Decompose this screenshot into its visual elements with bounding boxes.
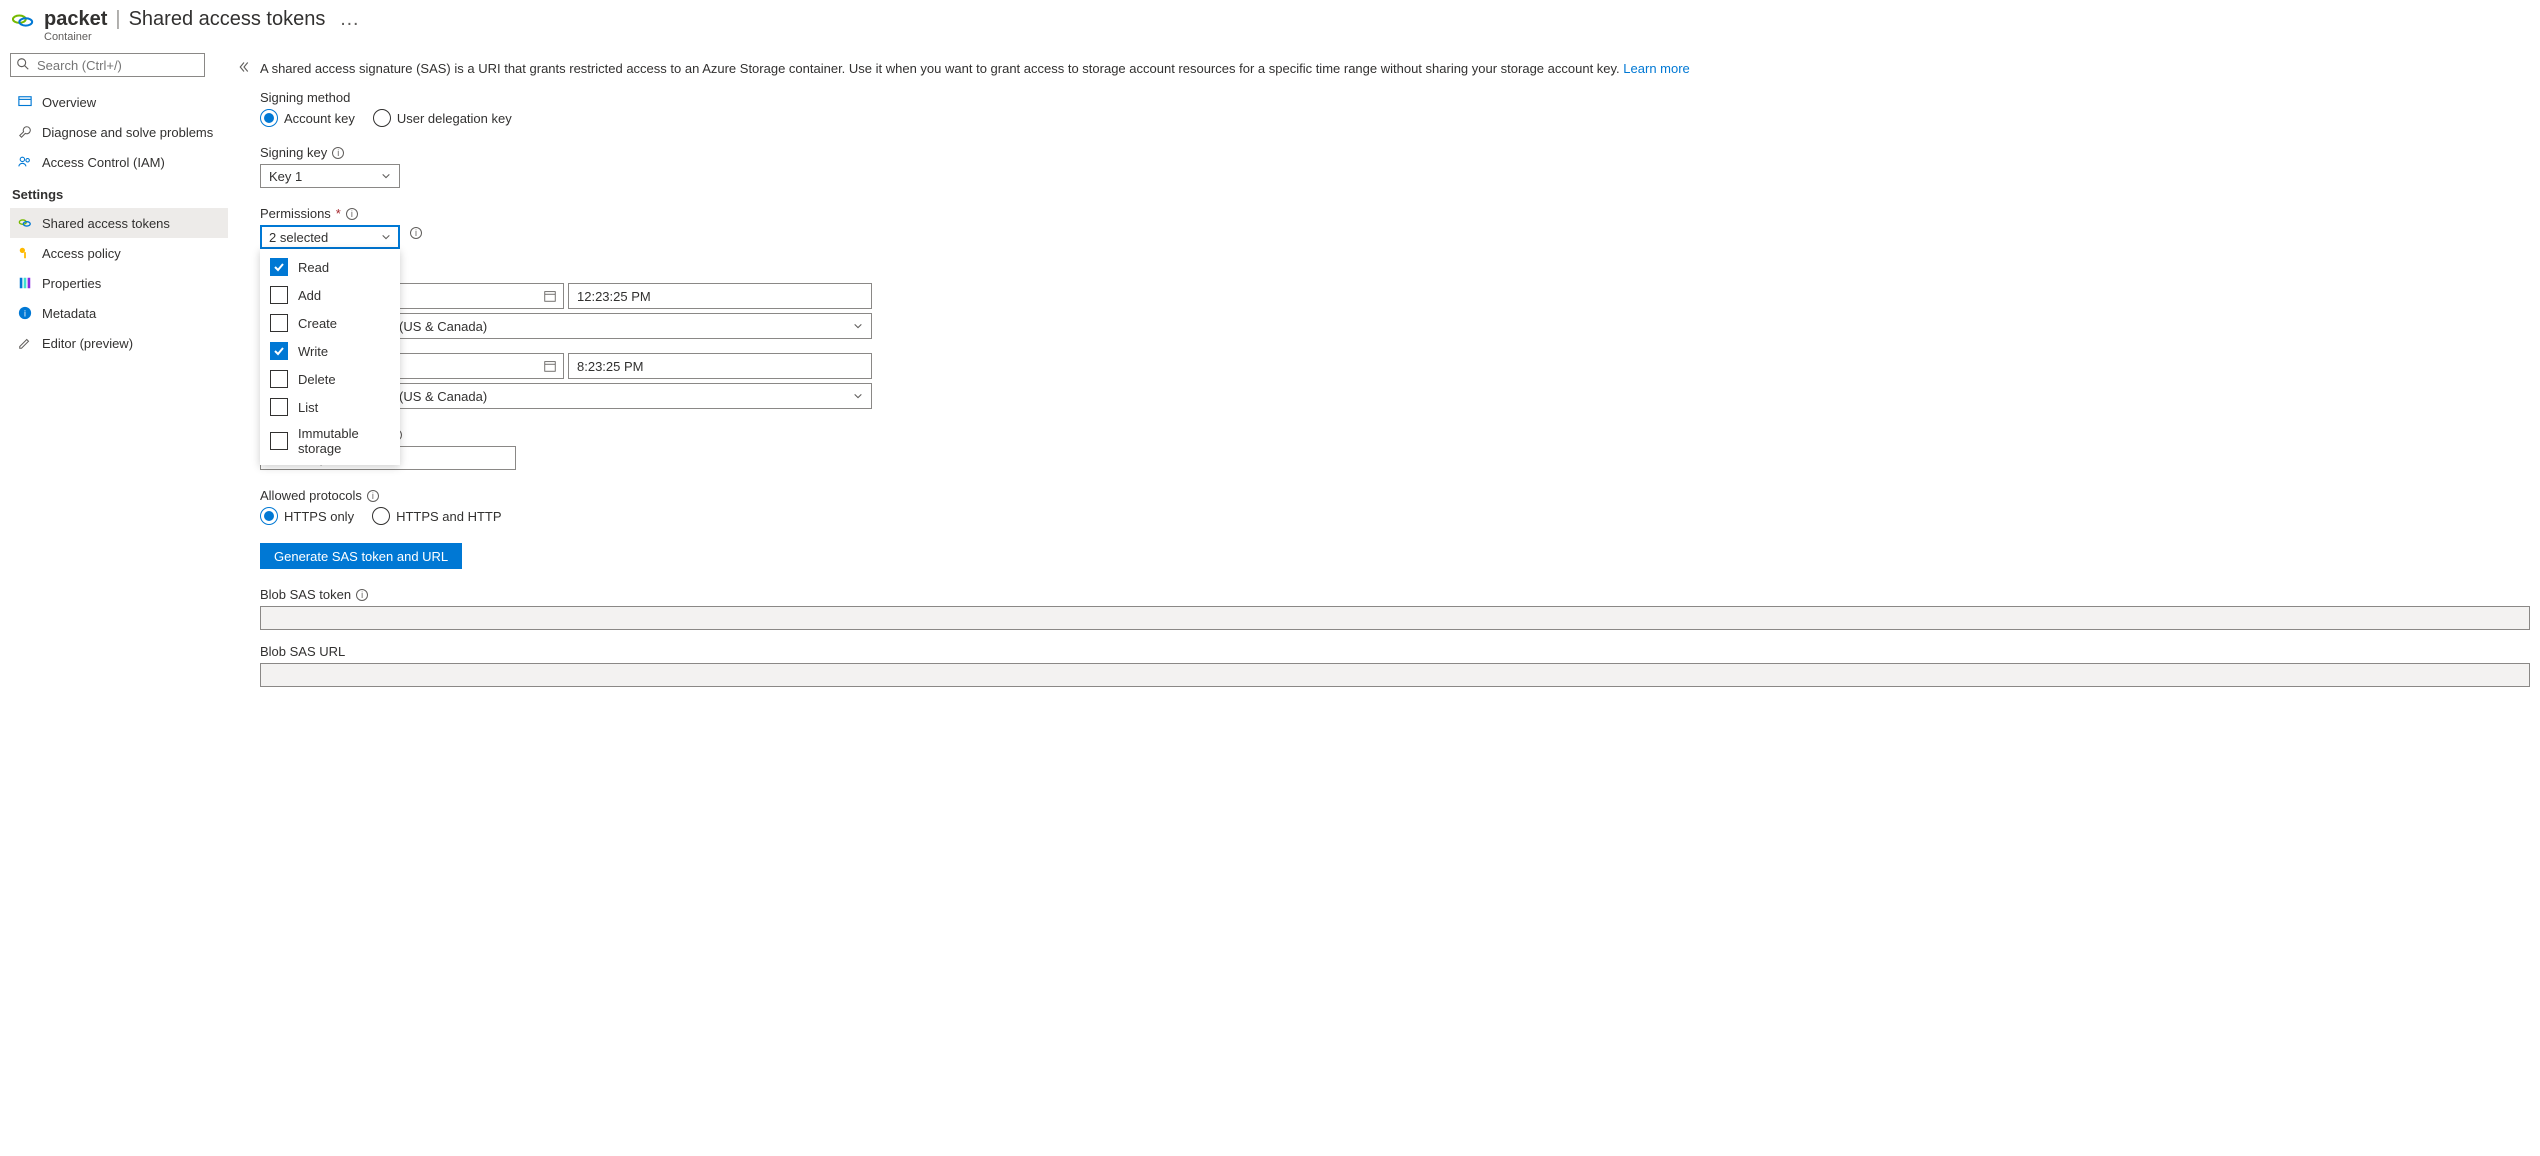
permission-option-write[interactable]: Write [260, 337, 400, 365]
permission-option-immutable[interactable]: Immutable storage [260, 421, 400, 461]
checkbox-icon [270, 286, 288, 304]
permission-option-delete[interactable]: Delete [260, 365, 400, 393]
sidebar-item-label: Overview [42, 95, 96, 110]
radio-icon [260, 507, 278, 525]
sas-url-label: Blob SAS URL [260, 644, 2530, 659]
page-title: Shared access tokens [129, 8, 326, 31]
overview-icon [18, 95, 32, 109]
sidebar: Overview Diagnose and solve problems Acc… [0, 47, 232, 721]
permissions-label: Permissions* i [260, 206, 2530, 221]
permission-option-list[interactable]: List [260, 393, 400, 421]
checkbox-icon [270, 370, 288, 388]
radio-icon [373, 109, 391, 127]
signing-method-label: Signing method [260, 90, 2530, 105]
svg-text:i: i [24, 309, 26, 319]
sidebar-item-iam[interactable]: Access Control (IAM) [10, 147, 228, 177]
wrench-icon [18, 125, 32, 139]
more-actions-button[interactable]: … [333, 8, 365, 31]
sidebar-item-overview[interactable]: Overview [10, 87, 228, 117]
sidebar-item-label: Editor (preview) [42, 336, 133, 351]
sidebar-item-editor[interactable]: Editor (preview) [10, 328, 228, 358]
sidebar-search-input[interactable] [10, 53, 205, 77]
intro-text: A shared access signature (SAS) is a URI… [260, 61, 2530, 76]
signing-key-label: Signing key i [260, 145, 2530, 160]
sidebar-item-label: Access policy [42, 246, 121, 261]
checkbox-icon [270, 258, 288, 276]
expiry-time-input[interactable]: 8:23:25 PM [568, 353, 872, 379]
sidebar-section-settings: Settings [10, 177, 228, 208]
collapse-sidebar-icon[interactable] [238, 61, 250, 73]
resource-type: Container [44, 31, 365, 43]
link-icon [18, 216, 32, 230]
checkbox-icon [270, 432, 288, 450]
checkbox-icon [270, 398, 288, 416]
checkbox-icon [270, 342, 288, 360]
permissions-dropdown: Read Add Create Write Delete [260, 249, 400, 465]
sas-token-output [260, 606, 2530, 630]
main-content: A shared access signature (SAS) is a URI… [256, 47, 2540, 721]
container-icon [12, 10, 34, 32]
chevron-down-icon [381, 171, 391, 181]
permission-option-add[interactable]: Add [260, 281, 400, 309]
radio-user-delegation-key[interactable]: User delegation key [373, 109, 512, 127]
sidebar-item-sas[interactable]: Shared access tokens [10, 208, 228, 238]
chevron-down-icon [853, 391, 863, 401]
permissions-select[interactable]: 2 selected [260, 225, 400, 249]
generate-sas-button[interactable]: Generate SAS token and URL [260, 543, 462, 569]
radio-https-and-http[interactable]: HTTPS and HTTP [372, 507, 501, 525]
calendar-icon [543, 359, 557, 373]
info-icon[interactable]: i [346, 208, 358, 220]
allowed-ip-label: Allowed IP addresses i [260, 427, 2530, 442]
sidebar-item-diagnose[interactable]: Diagnose and solve problems [10, 117, 228, 147]
sidebar-item-label: Access Control (IAM) [42, 155, 165, 170]
radio-icon [260, 109, 278, 127]
info-icon[interactable]: i [367, 490, 379, 502]
sidebar-item-properties[interactable]: Properties [10, 268, 228, 298]
start-time-input[interactable]: 12:23:25 PM [568, 283, 872, 309]
learn-more-link[interactable]: Learn more [1623, 61, 1689, 76]
checkbox-icon [270, 314, 288, 332]
info-icon[interactable]: i [356, 589, 368, 601]
permission-option-create[interactable]: Create [260, 309, 400, 337]
sidebar-item-label: Metadata [42, 306, 96, 321]
info-icon[interactable]: i [332, 147, 344, 159]
sidebar-item-label: Properties [42, 276, 101, 291]
allowed-protocols-label: Allowed protocols i [260, 488, 2530, 503]
radio-icon [372, 507, 390, 525]
key-icon [18, 246, 32, 260]
chevron-down-icon [381, 232, 391, 242]
page-header: packet | Shared access tokens … Containe… [0, 0, 2540, 47]
sas-token-label: Blob SAS token i [260, 587, 2530, 602]
radio-account-key[interactable]: Account key [260, 109, 355, 127]
search-icon [16, 57, 30, 71]
radio-https-only[interactable]: HTTPS only [260, 507, 354, 525]
title-separator: | [115, 8, 120, 31]
sidebar-item-access-policy[interactable]: Access policy [10, 238, 228, 268]
sas-url-output [260, 663, 2530, 687]
permission-option-read[interactable]: Read [260, 253, 400, 281]
sidebar-item-label: Diagnose and solve problems [42, 125, 213, 140]
people-icon [18, 155, 32, 169]
chevron-down-icon [853, 321, 863, 331]
calendar-icon [543, 289, 557, 303]
sidebar-item-metadata[interactable]: i Metadata [10, 298, 228, 328]
resource-name: packet [44, 8, 107, 31]
pencil-icon [18, 336, 32, 350]
info-icon[interactable]: i [410, 227, 422, 239]
properties-icon [18, 276, 32, 290]
sidebar-item-label: Shared access tokens [42, 216, 170, 231]
info-icon: i [18, 306, 32, 320]
signing-key-select[interactable]: Key 1 [260, 164, 400, 188]
